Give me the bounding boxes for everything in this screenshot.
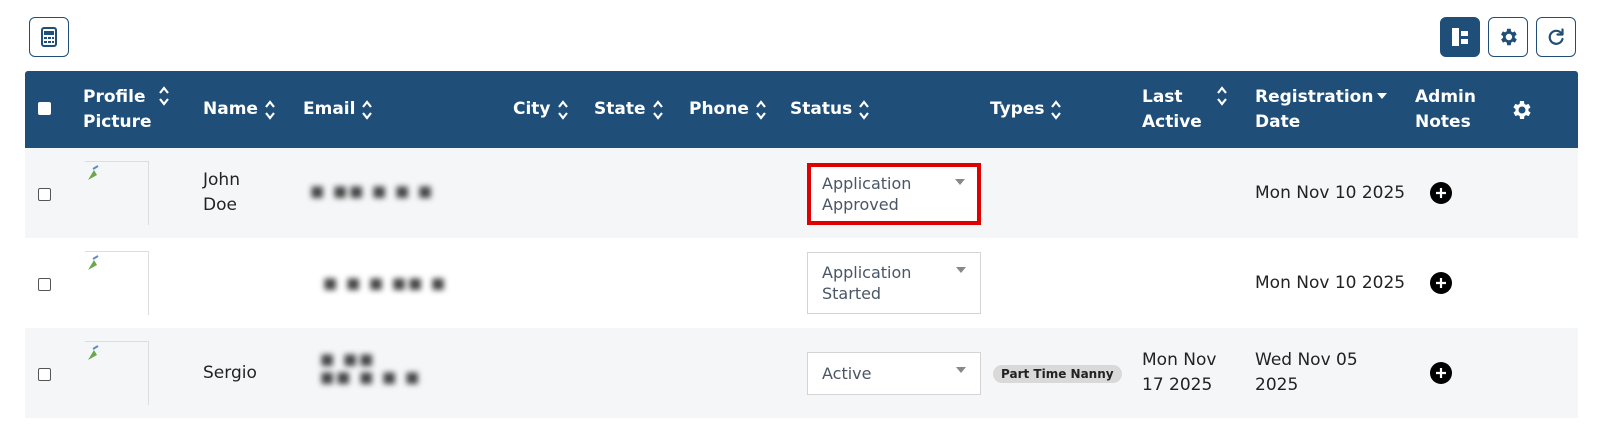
- column-header-admin-notes: Admin Notes: [1415, 86, 1476, 132]
- calculator-button[interactable]: [29, 17, 69, 57]
- row-checkbox[interactable]: [38, 278, 51, 291]
- chevron-down-icon: [956, 267, 966, 273]
- row-email-redacted: ■ ■■ ■■ ■ ■ ■: [320, 350, 422, 386]
- column-header-email[interactable]: Email: [303, 71, 373, 148]
- calculator-icon: [41, 27, 57, 47]
- sort-both-icon: [158, 85, 170, 107]
- sort-both-icon: [652, 99, 664, 121]
- broken-image-icon: [88, 165, 99, 180]
- column-header-last-active[interactable]: Last Active: [1142, 71, 1232, 148]
- add-note-button[interactable]: [1430, 182, 1452, 204]
- row-registration-date: Mon Nov 10 2025: [1255, 273, 1406, 293]
- column-header-registration-date[interactable]: Registration Date: [1255, 71, 1395, 148]
- type-badge: Part Time Nanny: [993, 365, 1122, 383]
- chevron-down-icon: [955, 179, 965, 185]
- select-all-checkbox[interactable]: [38, 102, 51, 115]
- plus-icon: [1436, 368, 1446, 378]
- sort-both-icon: [264, 99, 276, 121]
- chevron-down-icon: [956, 367, 966, 373]
- profile-picture: [85, 341, 149, 405]
- table-header: Profile Picture Name Email City State Ph…: [25, 71, 1578, 148]
- row-checkbox[interactable]: [38, 188, 51, 201]
- column-header-city[interactable]: City: [513, 71, 569, 148]
- tree-view-icon: [1452, 28, 1468, 46]
- profile-picture: [85, 251, 149, 315]
- table-row: ■ ■ ■ ■■ ■ Application Started Mon Nov 1…: [25, 238, 1578, 328]
- refresh-icon: [1548, 28, 1564, 45]
- column-header-state[interactable]: State: [594, 71, 664, 148]
- sort-both-icon: [361, 99, 373, 121]
- column-settings-button[interactable]: [1509, 71, 1533, 148]
- users-table: Profile Picture Name Email City State Ph…: [25, 71, 1578, 418]
- plus-icon: [1436, 188, 1446, 198]
- status-select[interactable]: Active: [807, 352, 981, 395]
- broken-image-icon: [88, 255, 99, 270]
- row-email-redacted: ■ ■■ ■ ■ ■: [310, 182, 435, 200]
- row-name: Sergio: [203, 363, 257, 383]
- sort-both-icon: [858, 99, 870, 121]
- status-select[interactable]: Application Approved: [807, 163, 981, 225]
- row-registration-date: Wed Nov 05 2025: [1255, 350, 1358, 395]
- sort-both-icon: [755, 99, 767, 121]
- refresh-button[interactable]: [1536, 17, 1576, 57]
- plus-icon: [1436, 278, 1446, 288]
- column-header-status[interactable]: Status: [790, 71, 870, 148]
- row-checkbox[interactable]: [38, 368, 51, 381]
- column-header-phone[interactable]: Phone: [689, 71, 767, 148]
- column-header-name[interactable]: Name: [203, 71, 276, 148]
- status-select[interactable]: Application Started: [807, 252, 981, 314]
- sort-both-icon: [557, 99, 569, 121]
- table-row: John Doe ■ ■■ ■ ■ ■ Application Approved…: [25, 148, 1578, 238]
- table-row: Sergio ■ ■■ ■■ ■ ■ ■ Active Part Time Nan…: [25, 328, 1578, 418]
- column-header-profile-picture[interactable]: Profile Picture: [83, 71, 183, 148]
- sort-both-icon: [1050, 99, 1062, 121]
- add-note-button[interactable]: [1430, 362, 1452, 384]
- row-name: John Doe: [203, 170, 240, 215]
- row-email-redacted: ■ ■ ■ ■■ ■: [323, 274, 448, 292]
- add-note-button[interactable]: [1430, 272, 1452, 294]
- broken-image-icon: [88, 345, 99, 360]
- tree-view-button[interactable]: [1440, 17, 1480, 57]
- settings-button[interactable]: [1488, 17, 1528, 57]
- sort-both-icon: [1216, 85, 1228, 107]
- gear-icon: [1501, 28, 1517, 46]
- column-header-types[interactable]: Types: [990, 71, 1062, 148]
- gear-icon: [1513, 100, 1531, 119]
- row-last-active: Mon Nov 17 2025: [1142, 350, 1217, 395]
- profile-picture: [85, 161, 149, 225]
- row-registration-date: Mon Nov 10 2025: [1255, 183, 1406, 203]
- sort-desc-icon: [1376, 91, 1388, 101]
